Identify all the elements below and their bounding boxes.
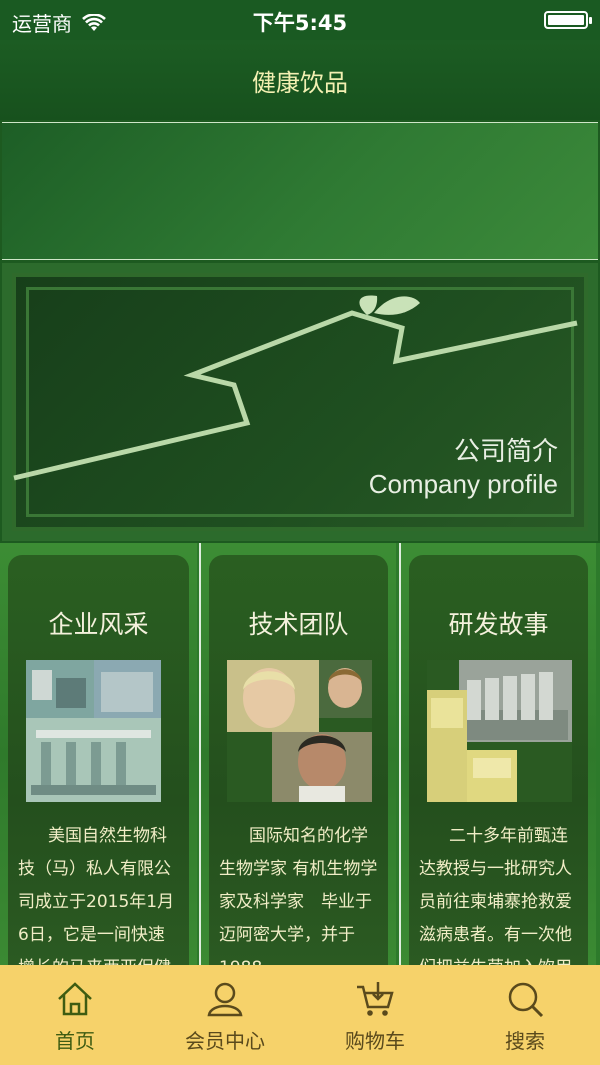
team-photo — [227, 660, 372, 802]
card-tech-team[interactable]: 技术团队 国际知名的化学生物学家 有机生物学家及科学家 毕业于迈阿密大学，并于1… — [199, 543, 396, 975]
tab-search[interactable]: 搜索 — [450, 965, 600, 1065]
tab-home[interactable]: 首页 — [0, 965, 150, 1065]
status-time: 下午5:45 — [252, 11, 348, 35]
tab-label: 购物车 — [345, 1029, 405, 1053]
page-title: 健康饮品 — [252, 68, 348, 97]
card-title: 研发故事 — [448, 610, 549, 639]
top-banner[interactable] — [2, 122, 598, 260]
tab-label: 搜索 — [505, 1029, 545, 1053]
card-company-style[interactable]: 企业风采 美国自然生物科技（马）私人有限公司成立于2015年1月6日，它是一间快… — [0, 543, 197, 975]
info-cards: 企业风采 美国自然生物科技（马）私人有限公司成立于2015年1月6日，它是一间快… — [0, 543, 600, 975]
lab-photo — [427, 660, 572, 802]
user-icon — [207, 982, 243, 1017]
card-title: 技术团队 — [248, 610, 349, 639]
card-description: 美国自然生物科技（马）私人有限公司成立于2015年1月6日，它是一间快速增长的马… — [18, 826, 175, 975]
profile-title-cn: 公司简介 — [453, 437, 558, 467]
tab-bar: 首页 会员中心 购物车 搜索 — [0, 965, 600, 1065]
tab-label: 首页 — [55, 1029, 95, 1053]
tab-label: 会员中心 — [185, 1029, 265, 1053]
card-description: 二十多年前甄连达教授与一批研究人员前往柬埔寨抢救爱滋病患者。有一次他们把益生菌加… — [419, 826, 572, 975]
cart-icon — [357, 982, 394, 1016]
card-rd-story[interactable]: 研发故事 二十多年前甄连达教授与一批研究人员前往柬埔寨抢救爱滋病患者。有一次他们… — [399, 543, 596, 975]
battery-icon — [544, 11, 592, 29]
card-title: 企业风采 — [48, 610, 149, 639]
tab-member-center[interactable]: 会员中心 — [150, 965, 300, 1065]
profile-title-en: Company profile — [368, 469, 558, 499]
nav-bar: 健康饮品 — [0, 40, 600, 120]
card-description: 国际知名的化学生物学家 有机生物学家及科学家 毕业于迈阿密大学，并于1988… — [219, 826, 378, 975]
status-bar: 运营商 下午5:45 — [0, 0, 600, 40]
tab-cart[interactable]: 购物车 — [300, 965, 450, 1065]
search-icon — [508, 982, 544, 1018]
company-profile-banner[interactable]: 公司简介 Company profile — [2, 263, 598, 541]
home-icon — [58, 982, 92, 1016]
factory-photo — [26, 660, 161, 802]
